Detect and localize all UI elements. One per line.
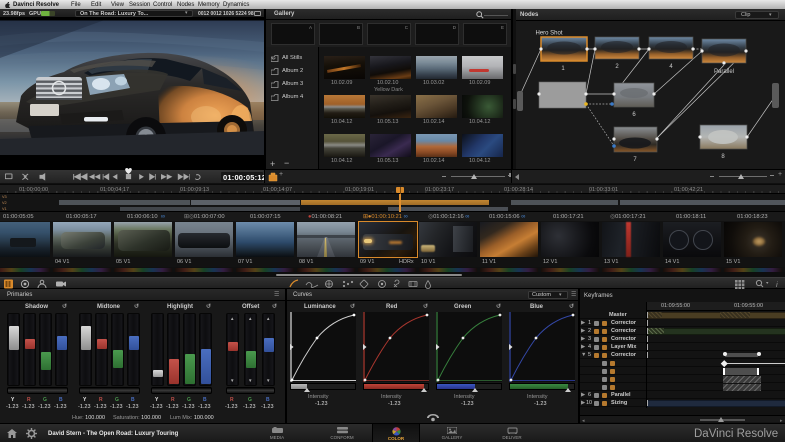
svg-text:Hero Shot: Hero Shot bbox=[535, 31, 562, 37]
svg-text:i: i bbox=[776, 280, 778, 289]
svg-text:1: 1 bbox=[561, 66, 565, 72]
svg-text:4: 4 bbox=[669, 64, 673, 70]
svg-text:7: 7 bbox=[633, 157, 637, 163]
svg-text:Parallel: Parallel bbox=[714, 69, 734, 75]
svg-text:8: 8 bbox=[721, 154, 725, 160]
svg-text:2: 2 bbox=[615, 64, 619, 70]
svg-text:6: 6 bbox=[632, 112, 636, 118]
